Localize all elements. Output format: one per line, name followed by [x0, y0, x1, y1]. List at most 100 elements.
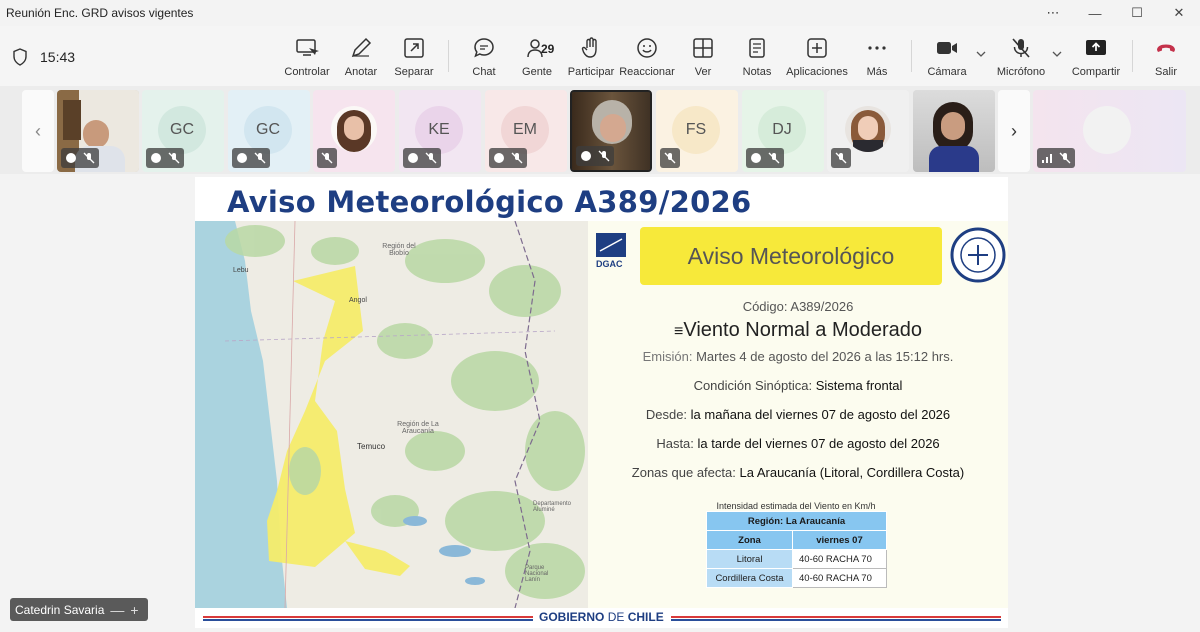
until-line: Hasta: la tarde del viernes 07 de agosto…: [656, 436, 940, 451]
participant-tile[interactable]: [827, 90, 909, 172]
shield-icon: [13, 48, 27, 66]
raise-hand-icon: [581, 37, 597, 58]
presenter-name: Catedrin Savaria: [15, 602, 105, 617]
overflow-participant-tile[interactable]: [1033, 90, 1186, 172]
expand-share-button[interactable]: +: [130, 602, 138, 618]
tile-status: [831, 148, 851, 168]
meteorological-seal-icon: [950, 227, 1006, 283]
participant-tile[interactable]: [57, 90, 139, 172]
layout-grid-icon: [693, 38, 713, 58]
toolbar-divider: [448, 40, 449, 72]
meeting-toolbar: 15:43 Controlar Anotar Separar Chat Gent…: [0, 26, 1200, 86]
map-label: Departamento Aluminé: [533, 501, 572, 513]
participant-tile[interactable]: FS: [656, 90, 738, 172]
map-label: Angol: [349, 297, 367, 304]
participant-tile[interactable]: [313, 90, 395, 172]
map-label: Parque Nacional Lanín: [525, 565, 549, 583]
camara-button[interactable]: Cámara: [927, 36, 967, 82]
control-screen-icon: [296, 39, 319, 56]
salir-button[interactable]: Salir: [1152, 36, 1180, 82]
more-options-icon[interactable]: ⋯: [1032, 5, 1074, 21]
title-bar: Reunión Enc. GRD avisos vigentes ⋯ — ☐ ✕: [0, 0, 1200, 26]
mic-off-icon: [168, 152, 180, 164]
synoptic-line: Condición Sinóptica: Sistema frontal: [693, 378, 903, 393]
tile-status: [576, 146, 614, 166]
pen-icon: [351, 37, 372, 58]
bookshelf: [63, 100, 81, 140]
participant-info-icon: [66, 153, 76, 163]
mic-off-icon: [768, 152, 780, 164]
minimize-button[interactable]: —: [1074, 6, 1116, 21]
pop-out-icon: [404, 38, 424, 58]
notice-type-banner: Aviso Meteorológico: [640, 227, 942, 285]
compartir-button[interactable]: Compartir: [1071, 36, 1121, 82]
aplicaciones-button[interactable]: Aplicaciones: [786, 36, 848, 82]
participant-tile[interactable]: DJ: [742, 90, 824, 172]
face: [941, 112, 965, 140]
toolbar-divider: [911, 40, 912, 72]
tile-status: [403, 148, 441, 168]
participant-info-icon: [581, 151, 591, 161]
controlar-button[interactable]: Controlar: [284, 36, 330, 82]
event-title: Viento Normal a Moderado: [683, 319, 922, 341]
mic-off-icon: [425, 152, 437, 164]
maximize-button[interactable]: ☐: [1116, 5, 1158, 21]
wind-table-caption: Intensidad estimada del Viento en Km/h: [716, 501, 876, 511]
chat-button[interactable]: Chat: [469, 36, 499, 82]
presenter-name-pill[interactable]: Catedrin Savaria — +: [10, 598, 148, 621]
chat-icon: [474, 38, 494, 58]
avatar-initials: EM: [501, 106, 549, 154]
table-col-header: Zona: [706, 530, 793, 550]
participant-tile[interactable]: GC: [228, 90, 310, 172]
mic-off-icon: [664, 152, 676, 164]
minimize-share-button[interactable]: —: [110, 602, 124, 618]
participar-button[interactable]: Participar: [568, 36, 614, 82]
participant-strip: ‹ GC GC KE EM FS DJ ›: [0, 86, 1200, 174]
avatar-photo: [845, 106, 891, 152]
tile-status: [489, 148, 527, 168]
participant-tile[interactable]: [913, 90, 995, 172]
tile-status: [232, 148, 270, 168]
mic-off-icon: [511, 152, 523, 164]
tile-status: [317, 148, 337, 168]
participant-info-icon: [237, 153, 247, 163]
wind-table: Región: La Araucanía Zona viernes 07 Lit…: [706, 511, 887, 588]
shoulders: [929, 146, 979, 172]
participant-tile[interactable]: GC: [142, 90, 224, 172]
anotar-button[interactable]: Anotar: [343, 36, 379, 82]
table-row: Cordillera Costa 40-60 RACHA 70: [706, 568, 887, 588]
chevron-right-icon: ›: [1011, 120, 1017, 141]
camera-icon: [937, 42, 957, 54]
strip-prev-button[interactable]: ‹: [22, 90, 54, 172]
avatar-initials: KE: [415, 106, 463, 154]
mic-off-icon: [321, 152, 333, 164]
table-col-header: viernes 07: [792, 530, 887, 550]
participant-tile[interactable]: EM: [485, 90, 567, 172]
camera-options-chevron-icon[interactable]: [976, 50, 986, 58]
mic-off-icon: [1059, 152, 1071, 164]
mas-button[interactable]: Más: [864, 36, 890, 82]
reaccionar-button[interactable]: Reaccionar: [619, 36, 675, 82]
government-wordmark: GOBIERNO DE CHILE: [539, 610, 664, 624]
separar-button[interactable]: Separar: [394, 36, 434, 82]
avatar-initials: DJ: [758, 106, 806, 154]
participant-info-icon: [151, 153, 161, 163]
ver-button[interactable]: Ver: [690, 36, 716, 82]
issue-line: Emisión: Martes 4 de agosto del 2026 a l…: [642, 349, 954, 364]
event-title-line: ≡Viento Normal a Moderado: [588, 319, 1008, 342]
avatar-photo: [331, 106, 377, 152]
zones-line: Zonas que afecta: La Araucanía (Litoral,…: [631, 465, 965, 480]
microfono-button[interactable]: Micrófono: [995, 36, 1047, 82]
participant-tile-active-speaker[interactable]: [570, 90, 652, 172]
tile-status: [61, 148, 99, 168]
participant-tile[interactable]: KE: [399, 90, 481, 172]
signal-bars-icon: [1042, 154, 1052, 163]
strip-next-button[interactable]: ›: [998, 90, 1030, 172]
close-button[interactable]: ✕: [1158, 5, 1200, 21]
map-label: Lebu: [233, 267, 249, 274]
notas-button[interactable]: Notas: [741, 36, 773, 82]
window-controls: ⋯ — ☐ ✕: [1032, 0, 1200, 26]
avatar-initials: GC: [244, 106, 292, 154]
mic-options-chevron-icon[interactable]: [1052, 50, 1062, 58]
map-label: Región del Biobío: [382, 243, 416, 257]
